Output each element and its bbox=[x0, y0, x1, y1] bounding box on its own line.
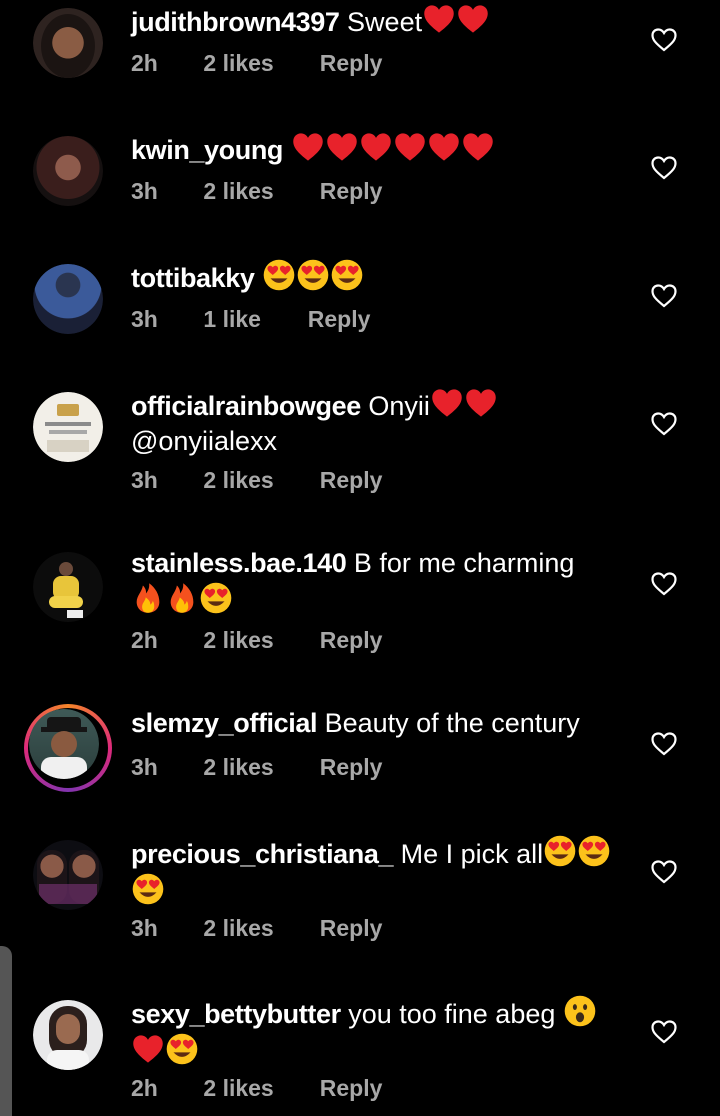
avatar[interactable] bbox=[33, 264, 103, 334]
comment-time: 3h bbox=[131, 754, 158, 780]
fire-icon bbox=[136, 583, 160, 613]
comment-text: B for me charming bbox=[353, 548, 575, 578]
like-heart-icon[interactable] bbox=[651, 412, 677, 436]
heart-icon bbox=[133, 1035, 163, 1063]
comment-emojis bbox=[543, 835, 611, 869]
comment-text: you too fine abeg bbox=[348, 999, 556, 1029]
heart-icon bbox=[292, 133, 323, 161]
comment-text: Sweet bbox=[347, 7, 423, 37]
heart-icon bbox=[424, 5, 454, 33]
comment-meta: 3h 2 likes Reply bbox=[131, 754, 382, 781]
comment-time: 3h bbox=[131, 306, 158, 332]
avatar[interactable] bbox=[33, 392, 103, 462]
like-heart-icon[interactable] bbox=[651, 28, 677, 52]
comment-time: 2h bbox=[131, 1075, 158, 1101]
heart-icon bbox=[432, 389, 462, 417]
like-heart-icon[interactable] bbox=[651, 860, 677, 884]
comment-likes[interactable]: 1 like bbox=[203, 306, 301, 333]
comment-username[interactable]: precious_christiana_ bbox=[131, 839, 394, 869]
avatar[interactable] bbox=[33, 840, 103, 910]
heart-eyes-icon bbox=[132, 873, 164, 905]
reply-button[interactable]: Reply bbox=[320, 627, 383, 654]
avatar[interactable] bbox=[33, 8, 103, 78]
comment-username[interactable]: kwin_young bbox=[131, 135, 283, 165]
comment-likes[interactable]: 2 likes bbox=[203, 627, 313, 654]
reply-button[interactable]: Reply bbox=[320, 1075, 383, 1102]
heart-eyes-icon bbox=[200, 582, 232, 614]
comment-likes[interactable]: 2 likes bbox=[203, 50, 313, 77]
comment-username[interactable]: slemzy_official bbox=[131, 708, 317, 738]
comment-emojis bbox=[563, 995, 597, 1029]
comment-username[interactable]: tottibakky bbox=[131, 263, 255, 293]
like-heart-icon[interactable] bbox=[651, 284, 677, 308]
comment-likes[interactable]: 2 likes bbox=[203, 754, 313, 781]
avatar[interactable] bbox=[33, 1000, 103, 1070]
like-heart-icon[interactable] bbox=[651, 732, 677, 756]
heart-eyes-icon bbox=[331, 259, 363, 291]
comment-text: Onyii bbox=[368, 391, 430, 421]
reply-button[interactable]: Reply bbox=[320, 50, 383, 77]
comment-emojis-line2 bbox=[131, 873, 165, 907]
heart-eyes-icon bbox=[297, 259, 329, 291]
heart-icon bbox=[326, 133, 357, 161]
comment-emojis bbox=[131, 582, 233, 616]
comment-text: Me I pick all bbox=[400, 839, 544, 869]
comment-username[interactable]: judithbrown4397 bbox=[131, 7, 340, 37]
comment-username[interactable]: stainless.bae.140 bbox=[131, 548, 347, 578]
astonished-icon bbox=[564, 995, 596, 1027]
reply-button[interactable]: Reply bbox=[320, 915, 383, 942]
comment-emojis bbox=[430, 389, 498, 421]
comment-time: 2h bbox=[131, 627, 158, 653]
comment-meta: 2h 2 likes Reply bbox=[131, 50, 382, 77]
heart-icon bbox=[394, 133, 425, 161]
scroll-handle[interactable] bbox=[0, 946, 12, 1116]
heart-icon bbox=[462, 133, 493, 161]
comment-time: 3h bbox=[131, 915, 158, 941]
reply-button[interactable]: Reply bbox=[320, 467, 383, 494]
comment-text: Beauty of the century bbox=[324, 708, 580, 738]
fire-icon bbox=[170, 583, 194, 613]
comment-likes[interactable]: 2 likes bbox=[203, 915, 313, 942]
heart-icon bbox=[428, 133, 459, 161]
heart-eyes-icon bbox=[544, 835, 576, 867]
comment-meta: 2h 2 likes Reply bbox=[131, 627, 382, 654]
comment-meta: 3h 2 likes Reply bbox=[131, 178, 382, 205]
avatar[interactable] bbox=[33, 552, 103, 622]
comment-mention[interactable]: @onyiialexx bbox=[131, 426, 277, 456]
heart-icon bbox=[360, 133, 391, 161]
comment-meta: 3h 2 likes Reply bbox=[131, 467, 382, 494]
reply-button[interactable]: Reply bbox=[320, 178, 383, 205]
avatar-with-story-ring[interactable] bbox=[24, 704, 112, 792]
comment-username[interactable]: sexy_bettybutter bbox=[131, 999, 341, 1029]
heart-eyes-icon bbox=[578, 835, 610, 867]
heart-eyes-icon bbox=[263, 259, 295, 291]
comment-meta: 2h 2 likes Reply bbox=[131, 1075, 382, 1102]
heart-icon bbox=[458, 5, 488, 33]
like-heart-icon[interactable] bbox=[651, 156, 677, 180]
heart-eyes-icon bbox=[166, 1033, 198, 1065]
comment-emojis bbox=[422, 5, 490, 37]
like-heart-icon[interactable] bbox=[651, 572, 677, 596]
comment-likes[interactable]: 2 likes bbox=[203, 467, 313, 494]
comment-time: 3h bbox=[131, 467, 158, 493]
comment-likes[interactable]: 2 likes bbox=[203, 1075, 313, 1102]
comment-time: 2h bbox=[131, 50, 158, 76]
reply-button[interactable]: Reply bbox=[320, 754, 383, 781]
reply-button[interactable]: Reply bbox=[308, 306, 371, 333]
comment-emojis-line2 bbox=[131, 1033, 199, 1067]
comment-meta: 3h 1 like Reply bbox=[131, 306, 370, 333]
comment-time: 3h bbox=[131, 178, 158, 204]
like-heart-icon[interactable] bbox=[651, 1020, 677, 1044]
comment-emojis bbox=[291, 133, 495, 165]
heart-icon bbox=[466, 389, 496, 417]
avatar[interactable] bbox=[33, 136, 103, 206]
comment-username[interactable]: officialrainbowgee bbox=[131, 391, 361, 421]
comment-meta: 3h 2 likes Reply bbox=[131, 915, 382, 942]
comment-emojis bbox=[262, 259, 364, 293]
comment-likes[interactable]: 2 likes bbox=[203, 178, 313, 205]
